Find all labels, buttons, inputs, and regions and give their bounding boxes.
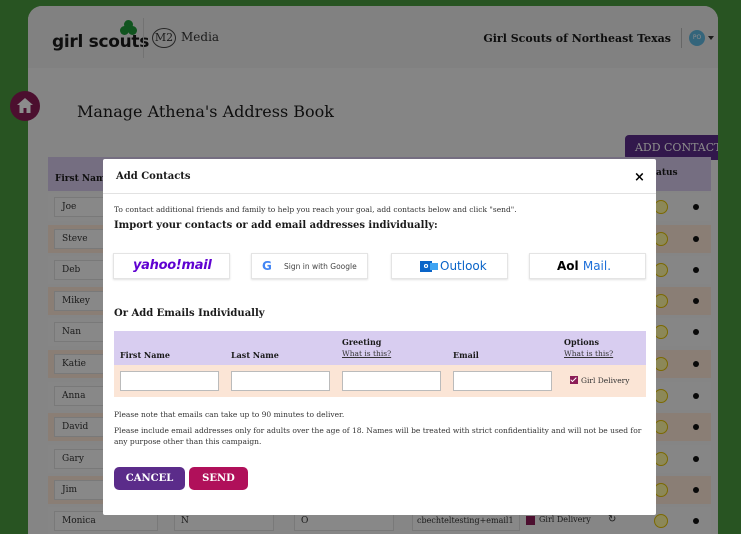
privacy-note: Please include email addresses only for … xyxy=(114,426,642,446)
aol-mail-logo: Aol Mail. xyxy=(557,259,611,273)
google-signin-label: Sign in with Google xyxy=(284,262,357,271)
yahoo-mail-logo: yahoo!mail xyxy=(133,258,212,273)
modal-title: Add Contacts xyxy=(116,171,191,182)
individual-heading: Or Add Emails Individually xyxy=(114,308,265,319)
header-last-name: Last Name xyxy=(231,350,279,360)
options-help-link[interactable]: What is this? xyxy=(564,349,613,358)
new-contact-row: Girl Delivery xyxy=(114,365,646,397)
outlook-button[interactable]: o Outlook xyxy=(391,253,508,279)
add-contacts-modal: Add Contacts × To contact additional fri… xyxy=(103,159,656,515)
close-icon[interactable]: × xyxy=(634,170,645,185)
send-button[interactable]: SEND xyxy=(189,467,248,490)
cancel-button[interactable]: CANCEL xyxy=(114,467,185,490)
outlook-envelope-icon xyxy=(430,263,438,270)
outlook-label: Outlook xyxy=(440,259,487,273)
greeting-help-link[interactable]: What is this? xyxy=(342,349,391,358)
last-name-input[interactable] xyxy=(231,371,330,391)
yahoo-mail-button[interactable]: yahoo!mail xyxy=(113,253,230,279)
header-options: Options xyxy=(564,337,599,347)
girl-delivery-checkbox[interactable] xyxy=(570,376,578,384)
google-signin-button[interactable]: G Sign in with Google xyxy=(251,253,368,279)
aol-mail-label: Mail. xyxy=(582,259,612,273)
header-email: Email xyxy=(453,350,479,360)
first-name-input[interactable] xyxy=(120,371,219,391)
aol-label: Aol xyxy=(557,259,579,273)
modal-intro-text: To contact additional friends and family… xyxy=(114,205,517,214)
import-heading: Import your contacts or add email addres… xyxy=(114,220,438,231)
aol-mail-button[interactable]: Aol Mail. xyxy=(529,253,646,279)
form-header-row: First Name Last Name Greeting What is th… xyxy=(114,331,646,365)
modal-divider xyxy=(103,193,656,194)
girl-delivery-label: Girl Delivery xyxy=(581,376,630,385)
delivery-note: Please note that emails can take up to 9… xyxy=(114,410,345,419)
header-greeting: Greeting xyxy=(342,337,382,347)
email-input[interactable] xyxy=(453,371,552,391)
greeting-input[interactable] xyxy=(342,371,441,391)
google-g-icon: G xyxy=(262,259,272,273)
header-first-name: First Name xyxy=(120,350,170,360)
